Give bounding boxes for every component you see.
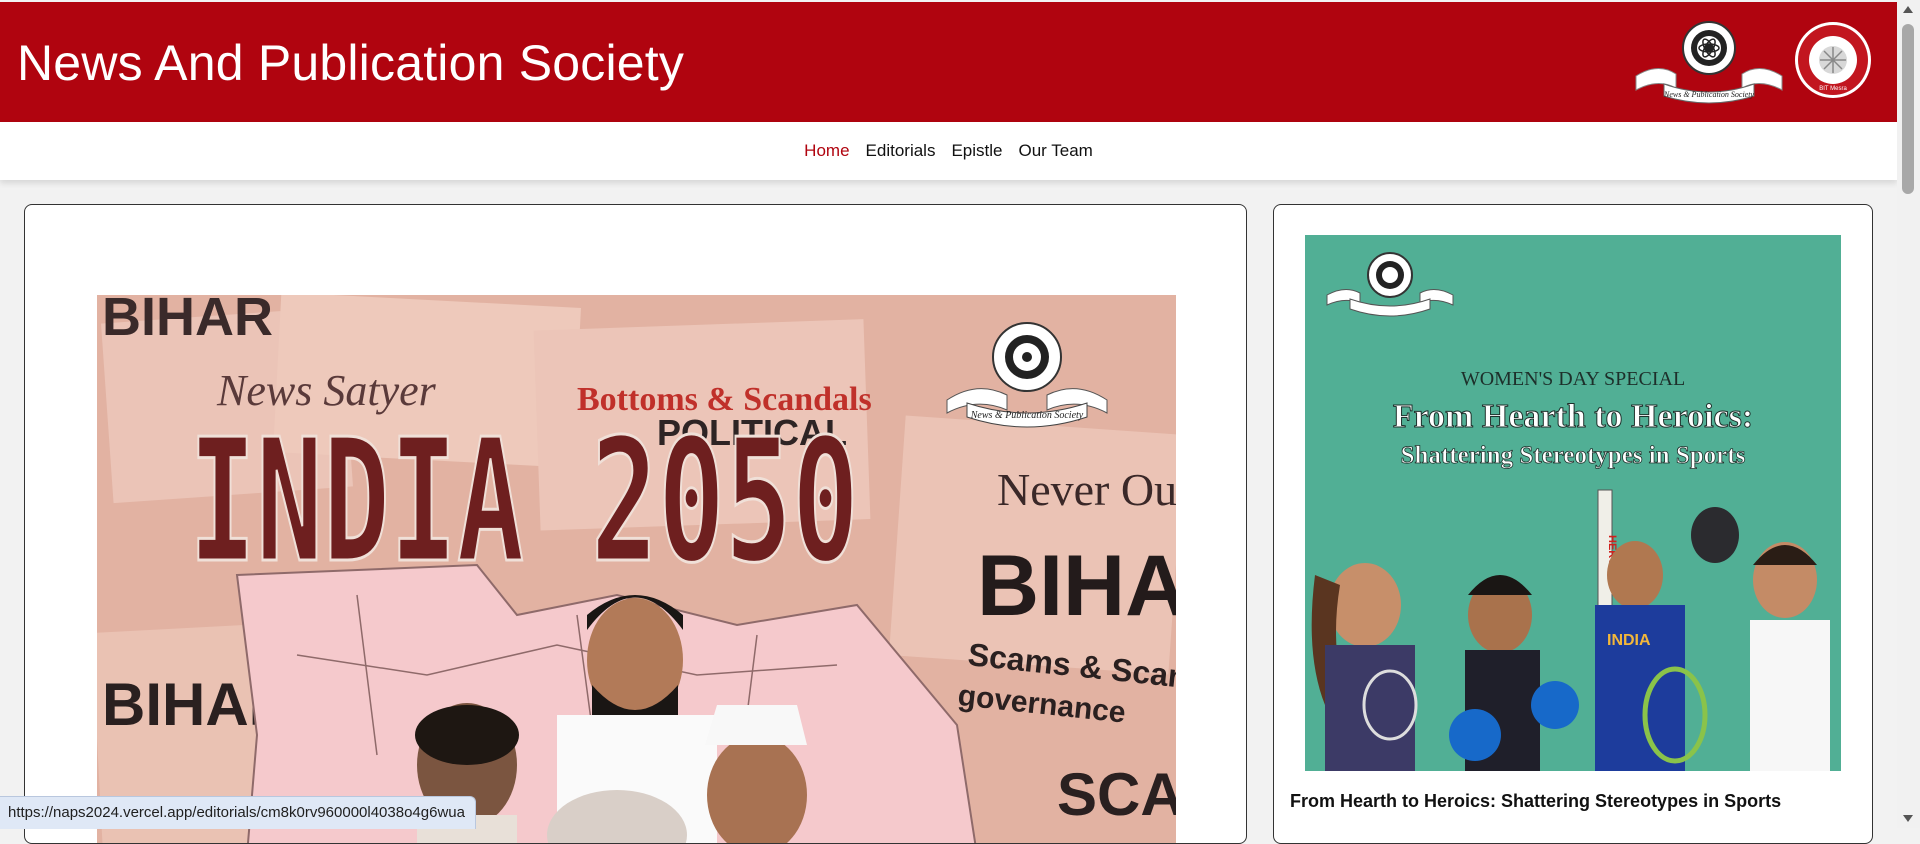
poster-heading: From Hearth to Heroics: (1393, 398, 1753, 435)
womens-day-poster-image[interactable]: WOMEN'S DAY SPECIAL From Hearth to Heroi… (1305, 235, 1841, 771)
side-article-title[interactable]: From Hearth to Heroics: Shattering Stere… (1290, 791, 1781, 812)
scroll-down-icon[interactable] (1903, 815, 1913, 822)
featured-poster-image[interactable]: BIHAR News Satyer Bottoms & Scandals POL… (97, 295, 1176, 844)
newspaper-word: BIHAR (102, 295, 273, 347)
jersey-text: INDIA (1607, 632, 1651, 649)
bit-mesra-logo[interactable]: BIT Mesra (1793, 20, 1873, 100)
newspaper-word: SCAM (1057, 761, 1176, 828)
naps-logo[interactable]: News & Publication Society (1628, 18, 1790, 108)
naps-logo-text: News & Publication Society (1663, 90, 1754, 99)
scroll-up-icon[interactable] (1903, 6, 1913, 13)
newspaper-word: BIHA (977, 538, 1176, 634)
side-article-card[interactable]: WOMEN'S DAY SPECIAL From Hearth to Heroi… (1273, 204, 1873, 844)
bit-logo-text: BIT Mesra (1819, 86, 1847, 92)
newspaper-word: Never Ou (997, 464, 1176, 515)
nav-editorials[interactable]: Editorials (866, 141, 936, 161)
main-nav: Home Editorials Epistle Our Team (0, 122, 1897, 180)
poster-subheading: Shattering Stereotypes in Sports (1401, 442, 1746, 469)
poster-kicker: WOMEN'S DAY SPECIAL (1461, 368, 1685, 390)
nav-our-team[interactable]: Our Team (1018, 141, 1092, 161)
scroll-thumb[interactable] (1902, 24, 1914, 194)
page-scrollbar[interactable] (1897, 0, 1920, 828)
site-header: News And Publication Society News & Publ… (0, 2, 1897, 122)
poster-title: INDIA 2050 (189, 403, 859, 601)
watermark-text: News & Publication Society (970, 410, 1084, 421)
nav-home[interactable]: Home (804, 141, 849, 161)
featured-article-card[interactable]: BIHAR News Satyer Bottoms & Scandals POL… (24, 204, 1247, 844)
site-title[interactable]: News And Publication Society (17, 34, 684, 92)
nav-epistle[interactable]: Epistle (951, 141, 1002, 161)
link-status-bar: https://naps2024.vercel.app/editorials/c… (0, 796, 476, 829)
